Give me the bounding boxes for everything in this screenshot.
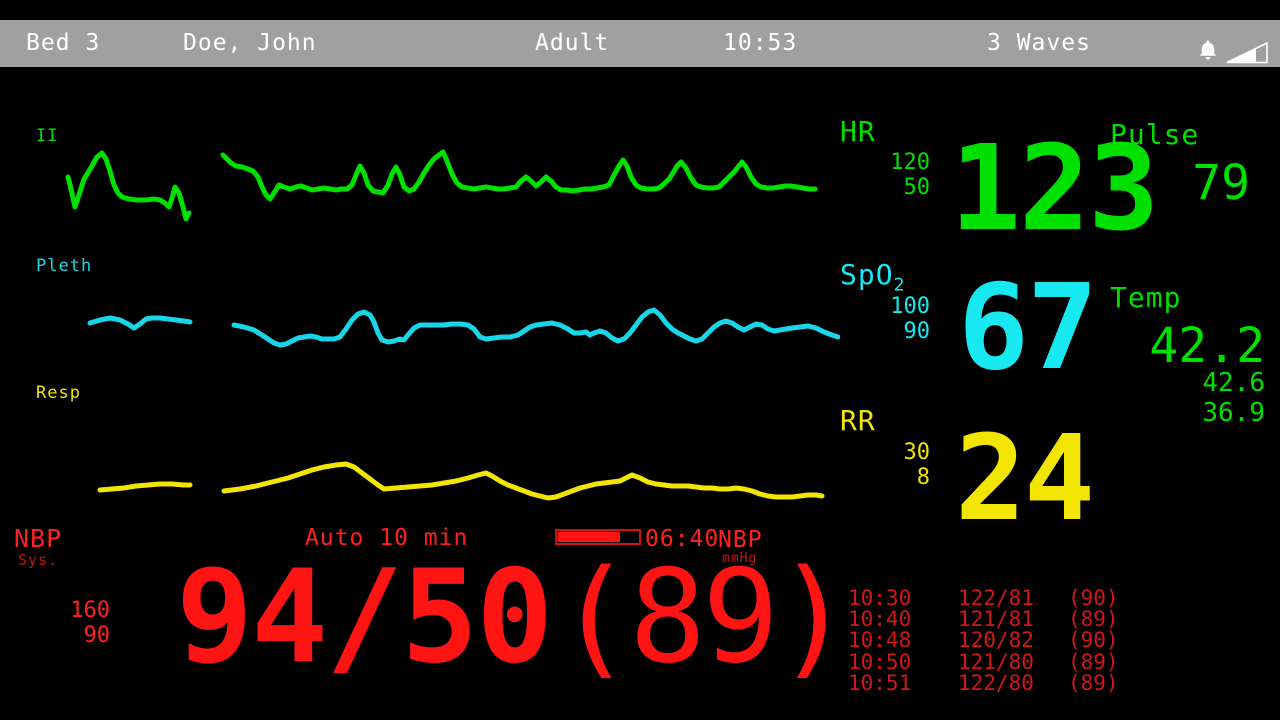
waveform-area: II Pleth Resp [0,67,840,517]
nbp-history-row: 10:40 121/81 (89) [848,607,1119,632]
spo2-label-subscript: 2 [893,274,906,296]
header-clock: 10:53 [723,30,798,56]
pleth-trace-segment-left [87,315,193,331]
nbp-history-time: 10:48 [848,628,912,653]
ecg-trace-segment-left [65,150,192,222]
nbp-history-table[interactable]: 10:30 122/81 (90) 10:40 121/81 (89) 10:48 120/8… [848,586,1119,695]
monitor-header-bar: Bed 3 Doe, John Adult 10:53 3 Waves [0,20,1280,67]
pleth-trace-segment-right [231,307,840,348]
nbp-history-mean: (90) [1068,628,1119,653]
nbp-history-bp: 120/82 [958,628,1034,653]
signal-wedge-icon[interactable] [1226,34,1270,81]
temp-value[interactable]: 42.2 [1060,318,1265,374]
pulse-value[interactable]: 79 [1060,155,1250,211]
nbp-history-time: 10:50 [848,649,912,674]
nbp-alarm-limits[interactable]: 160 90 [20,598,110,648]
pulse-label[interactable]: Pulse [1110,118,1199,151]
nbp-history-row: 10:48 120/82 (90) [848,630,1119,651]
header-status-icons [1190,20,1270,67]
nbp-history-row: 10:51 122/80 (89) [848,670,1119,695]
header-patient-type[interactable]: Adult [535,20,609,67]
nbp-mean-value[interactable]: (89) [556,554,852,682]
rr-label[interactable]: RR [840,404,876,437]
bell-icon[interactable] [1196,32,1220,79]
waveform-traces [65,149,840,501]
spo2-label-text: SpO [840,258,894,291]
nbp-history-mean: (90) [1068,586,1119,610]
rr-value[interactable]: 24 [955,419,1095,537]
nbp-history-row: 10:30 122/81 (90) [848,586,1119,610]
nbp-history-row: 10:50 121/80 (89) [848,649,1119,674]
nbp-history-bp: 121/81 [958,607,1034,632]
ecg-trace-segment-right [220,149,818,202]
nbp-interval-progress-fill [558,532,620,542]
hr-label[interactable]: HR [840,115,876,148]
resp-trace-segment-left [97,481,193,493]
nbp-history-bp: 121/80 [958,649,1034,674]
header-bed-label[interactable]: Bed 3 [26,20,100,67]
nbp-systolic-diastolic-value[interactable]: 94/50 [176,554,553,682]
patient-monitor-screen: Bed 3 Doe, John Adult 10:53 3 Waves II P… [0,0,1280,720]
header-patient-name[interactable]: Doe, John [183,20,317,67]
nbp-history-mean: (89) [1068,670,1119,695]
rr-alarm-limits[interactable]: 30 8 [840,440,931,490]
header-wave-count-button[interactable]: 3 Waves [987,20,1091,67]
nbp-history-bp: 122/81 [958,586,1034,610]
nbp-history-mean: (89) [1068,649,1119,674]
resp-trace-segment-right [221,461,825,501]
spo2-label[interactable]: SpO2 [840,258,905,296]
spo2-alarm-limits[interactable]: 100 90 [840,294,930,344]
nbp-history-bp: 122/80 [958,670,1034,695]
temp-label[interactable]: Temp [1110,281,1181,314]
nbp-history-mean: (89) [1068,607,1119,632]
nbp-history-time: 10:51 [848,670,912,695]
nbp-sys-sublabel: Sys. [18,551,59,569]
nbp-history-time: 10:30 [848,586,912,610]
hr-alarm-limits[interactable]: 120 50 [840,150,930,200]
nbp-history-time: 10:40 [848,607,912,632]
nbp-label[interactable]: NBP [14,524,62,553]
